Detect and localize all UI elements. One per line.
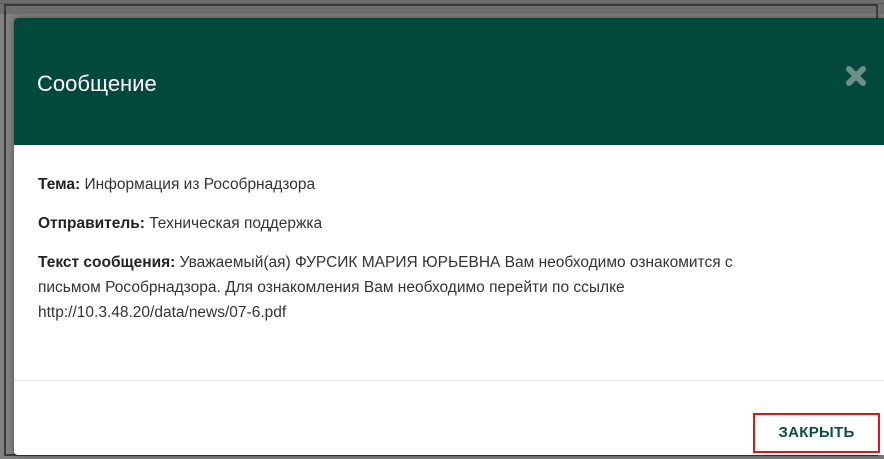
message-dialog: Сообщение Тема: Информация из Рособрнадз… [14,18,884,455]
close-icon[interactable] [844,64,868,88]
sender-row: Отправитель: Техническая поддержка [38,211,868,236]
sender-value: Техническая поддержка [144,215,323,232]
message-text-label: Текст сообщения: [38,254,176,271]
message-text-row: Текст сообщения: Уважаемый(ая) ФУРСИК МА… [38,250,868,325]
dialog-title: Сообщение [37,71,157,96]
subject-label: Тема: [38,176,81,193]
sender-label: Отправитель: [38,215,145,232]
dialog-body: Тема: Информация из Рособрнадзора Отправ… [38,172,868,339]
message-text-link: http://10.3.48.20/data/news/07-6.pdf [38,304,287,321]
subject-row: Тема: Информация из Рособрнадзора [38,172,868,197]
dialog-footer: ЗАКРЫТЬ [14,380,884,455]
dialog-header: Сообщение [14,18,884,145]
close-button[interactable]: ЗАКРЫТЬ [753,413,880,453]
message-text-line2: письмом Рособрнадзора. Для ознакомления … [38,279,625,296]
message-text-line1: Уважаемый(ая) ФУРСИК МАРИЯ ЮРЬЕВНА Вам н… [175,254,733,271]
subject-value: Информация из Рособрнадзора [80,176,316,193]
